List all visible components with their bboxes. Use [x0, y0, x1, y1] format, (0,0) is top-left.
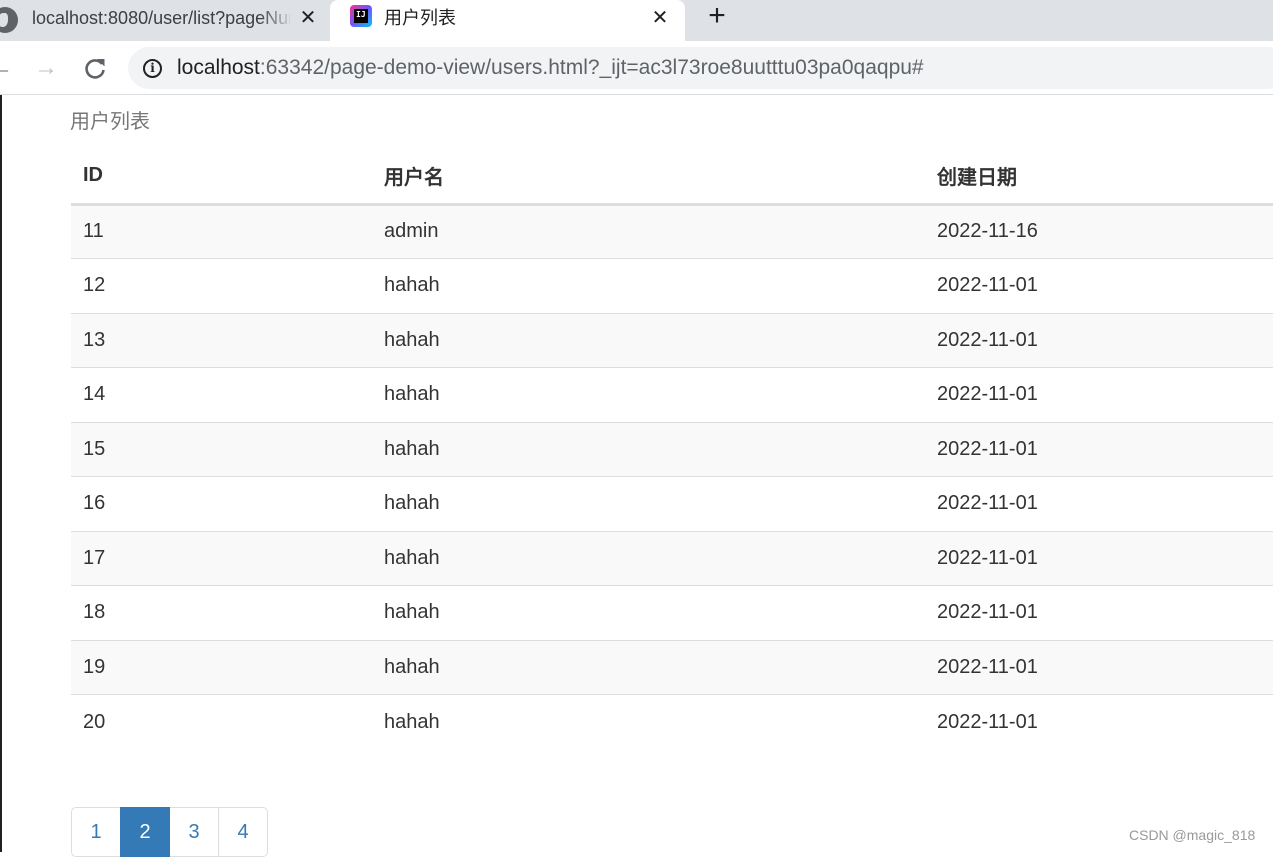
cell-id: 19	[71, 639, 372, 695]
tab-title: localhost:8080/user/list?pageNum=2&pageS…	[32, 8, 290, 28]
tab-users-page[interactable]: IJ 用户列表 ✕	[330, 0, 685, 41]
page-title: 用户列表	[70, 111, 150, 133]
cell-created-date: 2022-11-16	[925, 204, 1273, 259]
cell-id: 15	[71, 421, 372, 477]
table-row: 17 hahah 2022-11-01	[71, 530, 1273, 586]
users-table: ID 用户名 创建日期 11 admin 2022-11-16 12 hahah…	[71, 148, 1273, 749]
table-row: 16 hahah 2022-11-01	[71, 476, 1273, 531]
forward-arrow-icon[interactable]: →	[31, 53, 61, 83]
cell-created-date: 2022-11-01	[925, 585, 1273, 640]
table-row: 12 hahah 2022-11-01	[71, 258, 1273, 313]
cell-username: hahah	[372, 639, 925, 695]
cell-id: 17	[71, 530, 372, 586]
cell-id: 11	[71, 204, 372, 259]
page-link-3[interactable]: 3	[169, 807, 219, 857]
cell-created-date: 2022-11-01	[925, 530, 1273, 586]
cell-created-date: 2022-11-01	[925, 312, 1273, 368]
cell-created-date: 2022-11-01	[925, 694, 1273, 749]
table-row: 20 hahah 2022-11-01	[71, 694, 1273, 749]
header-id: ID	[71, 148, 372, 206]
cell-created-date: 2022-11-01	[925, 476, 1273, 531]
cell-created-date: 2022-11-01	[925, 258, 1273, 313]
intellij-idea-icon: IJ	[350, 5, 372, 27]
cell-username: hahah	[372, 530, 925, 586]
table-row: 14 hahah 2022-11-01	[71, 367, 1273, 422]
reload-icon[interactable]	[80, 53, 110, 83]
table-row: 13 hahah 2022-11-01	[71, 312, 1273, 368]
cell-username: hahah	[372, 258, 925, 313]
cell-id: 18	[71, 585, 372, 640]
cell-username: hahah	[372, 694, 925, 749]
page-link-4[interactable]: 4	[218, 807, 268, 857]
cell-created-date: 2022-11-01	[925, 639, 1273, 695]
table-row: 15 hahah 2022-11-01	[71, 421, 1273, 477]
cell-id: 13	[71, 312, 372, 368]
globe-icon	[0, 7, 18, 33]
table-row: 11 admin 2022-11-16	[71, 204, 1273, 259]
table-row: 18 hahah 2022-11-01	[71, 585, 1273, 640]
cell-created-date: 2022-11-01	[925, 367, 1273, 422]
close-tab-icon[interactable]: ✕	[649, 6, 671, 29]
cell-id: 20	[71, 694, 372, 749]
cell-id: 16	[71, 476, 372, 531]
back-arrow-icon[interactable]: ←	[0, 53, 16, 83]
info-icon[interactable]: i	[143, 59, 162, 78]
tab-user-list-api[interactable]: localhost:8080/user/list?pageNum=2&pageS…	[0, 0, 330, 41]
close-tab-icon[interactable]: ✕	[297, 6, 319, 29]
page-link-2[interactable]: 2	[120, 807, 170, 857]
header-username: 用户名	[372, 148, 925, 206]
table-header-row: ID 用户名 创建日期	[71, 148, 1273, 206]
cell-username: hahah	[372, 312, 925, 368]
address-bar[interactable]: i localhost:63342/page-demo-view/users.h…	[128, 47, 1273, 89]
cell-username: hahah	[372, 476, 925, 531]
cell-username: hahah	[372, 421, 925, 477]
tab-strip: localhost:8080/user/list?pageNum=2&pageS…	[0, 0, 1273, 41]
pagination: 1 2 3 4	[71, 807, 268, 857]
header-created-date: 创建日期	[925, 148, 1273, 206]
cell-username: hahah	[372, 585, 925, 640]
table-row: 19 hahah 2022-11-01	[71, 639, 1273, 695]
cell-created-date: 2022-11-01	[925, 421, 1273, 477]
cell-id: 12	[71, 258, 372, 313]
browser-toolbar: ← → i localhost:63342/page-demo-view/use…	[0, 41, 1273, 95]
cell-username: hahah	[372, 367, 925, 422]
url-text[interactable]: localhost:63342/page-demo-view/users.htm…	[177, 56, 924, 80]
tab-title: 用户列表	[384, 8, 456, 28]
cell-username: admin	[372, 204, 925, 259]
watermark: CSDN @magic_818	[1129, 827, 1256, 843]
new-tab-button[interactable]: +	[704, 1, 730, 31]
window-edge	[0, 95, 2, 852]
cell-id: 14	[71, 367, 372, 422]
page-link-1[interactable]: 1	[71, 807, 121, 857]
